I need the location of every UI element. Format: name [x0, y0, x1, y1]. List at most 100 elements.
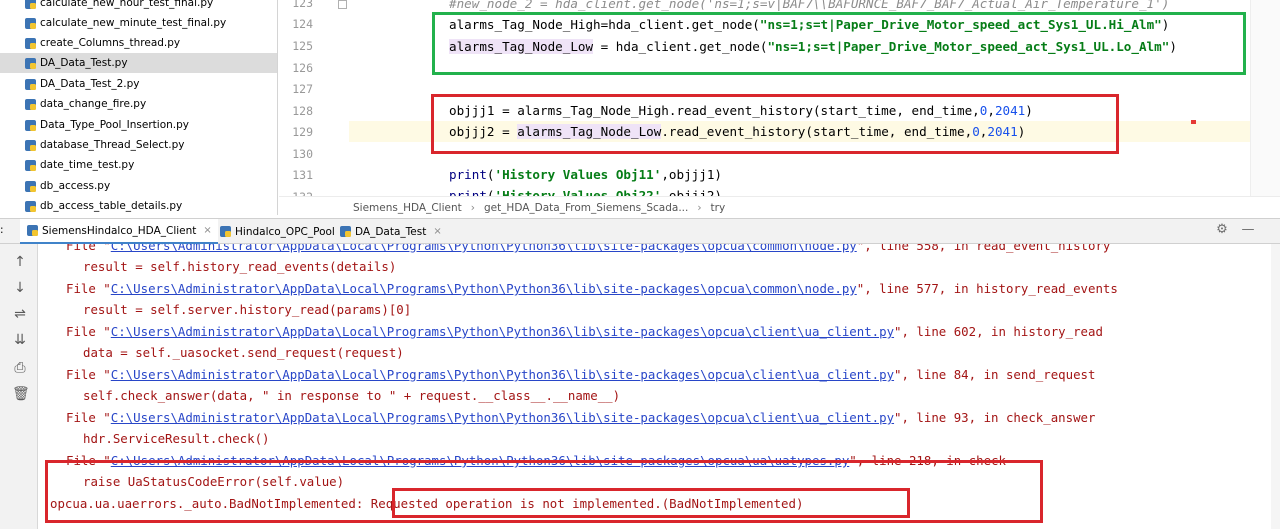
- code-line-132: print('History Values Obj22',objjj2): [449, 188, 722, 196]
- line-number: 125: [292, 39, 313, 53]
- line-number: 123: [292, 0, 313, 10]
- tree-item-file[interactable]: date_time_test.py: [0, 155, 277, 175]
- tree-item-label: create_Columns_thread.py: [40, 37, 181, 49]
- close-icon[interactable]: ×: [433, 226, 441, 237]
- line-number: 130: [292, 147, 313, 161]
- file-link[interactable]: C:\Users\Administrator\AppData\Local\Pro…: [111, 410, 894, 425]
- breadcrumb-item[interactable]: try: [711, 202, 726, 214]
- run-tool-label: :: [0, 224, 4, 236]
- python-file-icon: [27, 225, 38, 236]
- breadcrumb-item[interactable]: get_HDA_Data_From_Siemens_Scada...: [484, 202, 688, 214]
- python-file-icon: [25, 119, 36, 131]
- python-file-icon: [25, 98, 36, 110]
- traceback-code-line: result = self.history_read_events(detail…: [83, 259, 397, 274]
- traceback-file-line: File "C:\Users\Administrator\AppData\Loc…: [66, 324, 1103, 339]
- editor-scrollbar[interactable]: [1250, 0, 1280, 196]
- line-number: 131: [292, 168, 313, 182]
- traceback-code-line: self.check_answer(data, " in response to…: [83, 388, 621, 403]
- tab-label: Hindalco_OPC_Pool: [235, 225, 335, 238]
- traceback-code-line: hdr.ServiceResult.check(): [83, 431, 270, 446]
- breadcrumb-item[interactable]: Siemens_HDA_Client: [353, 202, 462, 214]
- tab-label: DA_Data_Test: [355, 225, 427, 238]
- breadcrumb-separator: ›: [697, 201, 702, 214]
- python-file-icon: [25, 159, 36, 171]
- tree-item-label: database_Thread_Select.py: [40, 139, 185, 151]
- line-number-gutter[interactable]: 123 124 125 126 127 128 129 130 131 132: [279, 0, 349, 196]
- project-tree: calculate_new_hour_test_final.py calcula…: [0, 0, 278, 215]
- tree-item-label: DA_Data_Test_2.py: [40, 78, 140, 90]
- tree-item-label: date_time_test.py: [40, 159, 135, 171]
- file-link[interactable]: C:\Users\Administrator\AppData\Local\Pro…: [111, 324, 894, 339]
- tab-da-data-test[interactable]: DA_Data_Test ×: [333, 219, 448, 244]
- tree-item-file[interactable]: Data_Type_Pool_Insertion.py: [0, 115, 277, 135]
- console-toolbar: ↑ ↓ ⇌ ⇊ ⎙ 🗑: [0, 244, 38, 529]
- console-scrollbar[interactable]: [1271, 244, 1280, 529]
- error-message-line: opcua.ua.uaerrors._auto.BadNotImplemente…: [50, 496, 804, 511]
- python-file-icon: [340, 226, 351, 237]
- print-icon[interactable]: ⎙: [12, 360, 28, 376]
- tab-siemens-hindalco-hda-client[interactable]: SiemensHindalco_HDA_Client ×: [20, 219, 218, 244]
- python-file-icon: [25, 57, 36, 69]
- python-file-icon: [25, 17, 36, 29]
- code-line-125: alarms_Tag_Node_Low = hda_client.get_nod…: [449, 39, 1177, 54]
- arrow-down-icon[interactable]: ↓: [12, 280, 28, 296]
- traceback-code-line: result = self.server.history_read(params…: [83, 302, 412, 317]
- tree-item-file[interactable]: database_Thread_Select.py: [0, 135, 277, 155]
- tree-item-label: calculate_new_hour_test_final.py: [40, 0, 214, 9]
- traceback-file-line: File "C:\Users\Administrator\AppData\Loc…: [66, 244, 1110, 256]
- tree-item-file[interactable]: create_Columns_thread.py: [0, 33, 277, 53]
- close-icon[interactable]: ×: [203, 225, 211, 236]
- python-file-icon: [25, 200, 36, 212]
- tree-item-label: data_change_fire.py: [40, 98, 147, 110]
- tree-item-file[interactable]: db_access_table_details.py: [0, 196, 277, 215]
- gear-icon[interactable]: ⚙: [1213, 222, 1231, 237]
- code-line-131: print('History Values Obj11',objjj1): [449, 167, 722, 182]
- tree-item-label: calculate_new_minute_test_final.py: [40, 17, 227, 29]
- error-stripe-marker[interactable]: [1191, 120, 1196, 124]
- line-number: 127: [292, 82, 313, 96]
- arrow-up-icon[interactable]: ↑: [12, 254, 28, 270]
- breadcrumb: Siemens_HDA_Client › get_HDA_Data_From_S…: [279, 196, 1280, 218]
- line-number-current: 129: [292, 125, 313, 139]
- file-link[interactable]: C:\Users\Administrator\AppData\Local\Pro…: [111, 367, 894, 382]
- tree-item-label: DA_Data_Test.py: [40, 57, 128, 69]
- traceback-code-line: raise UaStatusCodeError(self.value): [83, 474, 345, 489]
- tree-item-label: db_access.py: [40, 180, 111, 192]
- python-file-icon: [25, 78, 36, 90]
- scroll-to-end-icon[interactable]: ⇊: [12, 332, 28, 348]
- traceback-file-line: File "C:\Users\Administrator\AppData\Loc…: [66, 367, 1096, 382]
- tree-item-file[interactable]: db_access.py: [0, 176, 277, 196]
- traceback-file-line: File "C:\Users\Administrator\AppData\Loc…: [66, 410, 1096, 425]
- line-number: 126: [292, 61, 313, 75]
- console-output[interactable]: File "C:\Users\Administrator\AppData\Loc…: [39, 244, 1280, 529]
- line-number: 124: [292, 17, 313, 31]
- tree-item-label: Data_Type_Pool_Insertion.py: [40, 119, 189, 131]
- tree-item-file[interactable]: DA_Data_Test_2.py: [0, 74, 277, 94]
- code-line-128: objjj1 = alarms_Tag_Node_High.read_event…: [449, 103, 1033, 118]
- code-editor[interactable]: 123 124 125 126 127 128 129 130 131 132 …: [279, 0, 1280, 196]
- tree-item-file[interactable]: calculate_new_minute_test_final.py: [0, 13, 277, 33]
- line-number: 128: [292, 104, 313, 118]
- tree-item-file[interactable]: calculate_new_hour_test_final.py: [0, 0, 277, 13]
- fold-marker-icon[interactable]: [338, 0, 347, 9]
- minimize-icon[interactable]: —: [1239, 222, 1257, 237]
- file-link[interactable]: C:\Users\Administrator\AppData\Local\Pro…: [111, 281, 857, 296]
- python-file-icon: [25, 0, 36, 9]
- code-line-123: #new_node_2 = hda_client.get_node('ns=1;…: [449, 0, 1170, 11]
- python-file-icon: [25, 180, 36, 192]
- python-file-icon: [25, 37, 36, 49]
- tab-label: SiemensHindalco_HDA_Client: [42, 224, 197, 237]
- breadcrumb-separator: ›: [470, 201, 475, 214]
- traceback-file-line: File "C:\Users\Administrator\AppData\Loc…: [66, 281, 1118, 296]
- soft-wrap-icon[interactable]: ⇌: [12, 306, 28, 322]
- tree-item-file[interactable]: data_change_fire.py: [0, 94, 277, 114]
- python-file-icon: [220, 226, 231, 237]
- code-line-124: alarms_Tag_Node_High=hda_client.get_node…: [449, 17, 1170, 32]
- file-link[interactable]: C:\Users\Administrator\AppData\Local\Pro…: [111, 244, 857, 253]
- tree-item-file-selected[interactable]: DA_Data_Test.py: [0, 53, 277, 73]
- run-tab-bar: : SiemensHindalco_HDA_Client × Hindalco_…: [0, 218, 1280, 244]
- file-link[interactable]: C:\Users\Administrator\AppData\Local\Pro…: [111, 453, 850, 468]
- traceback-code-line: data = self._uasocket.send_request(reque…: [83, 345, 404, 360]
- trash-icon[interactable]: 🗑: [12, 386, 30, 402]
- tree-item-label: db_access_table_details.py: [40, 200, 183, 212]
